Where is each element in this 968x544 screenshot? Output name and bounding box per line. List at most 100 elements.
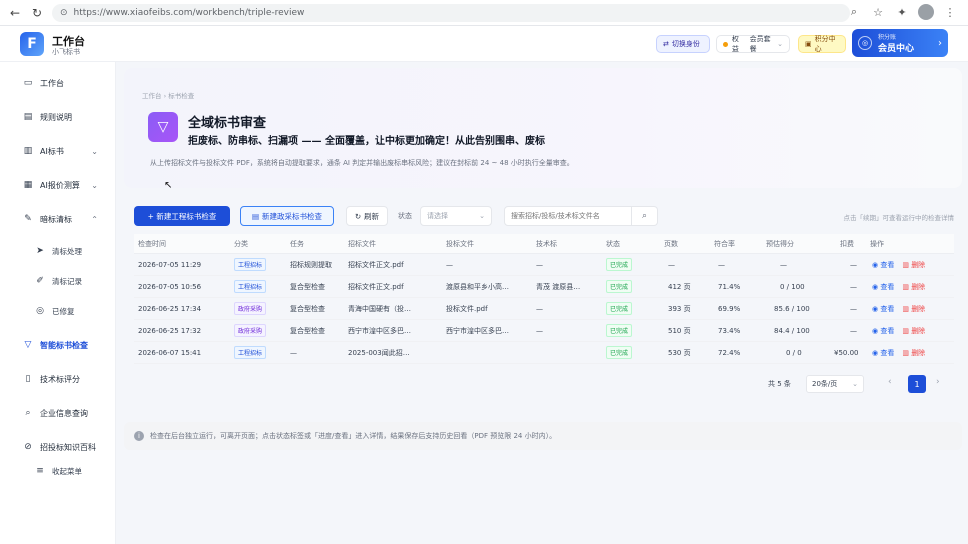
table-row[interactable]: 2026-06-25 17:34 政府采购 复合型检查 青海中国硬有（投… 投标… [134, 298, 954, 320]
cell-pages: 510 页 [668, 326, 691, 335]
member-center-button[interactable]: ◎ 积分账 会员中心 › [852, 29, 948, 57]
table-row[interactable]: 2026-07-05 10:56 工程招标 复合型检查 招标文件正文.pdf 渡… [134, 276, 954, 298]
view-button[interactable]: ◉ 查看 [872, 282, 894, 292]
next-page-icon[interactable]: › [936, 377, 940, 387]
view-label: 查看 [880, 282, 895, 291]
delete-button[interactable]: ▥ 删除 [902, 348, 925, 358]
cell-bid: 西宁市湟中区多巴… [446, 326, 509, 335]
delete-button[interactable]: ▥ 删除 [902, 326, 925, 336]
page-size-value: 20条/页 [812, 380, 838, 388]
app-header: F 工作台 小飞标书 ⇄ 切换身份 权益 会员套餐 ⌄ ▣ 积分中心 ◎ 积分账… [0, 26, 968, 62]
column-header: 状态 [606, 239, 620, 248]
refresh-label: 刷新 [364, 211, 380, 221]
sidebar-item-clean-process[interactable]: ➤ 清标处理 [0, 240, 116, 262]
url-text: https://www.xiaofeibs.com/workbench/trip… [73, 8, 305, 18]
cell-tender: 青海中国硬有（投… [348, 304, 411, 313]
sidebar-item-blind-clean[interactable]: ✎ 暗标清标 ⌃ [0, 208, 116, 230]
column-header: 符合率 [714, 239, 735, 248]
status-badge[interactable]: 已完成 [606, 302, 633, 315]
page-size-select[interactable]: 20条/页 ⌄ [806, 375, 864, 393]
table-row[interactable]: 2026-06-25 17:32 政府采购 复合型检查 西宁市湟中区多巴… 西宁… [134, 320, 954, 342]
sidebar-item-ai-quote[interactable]: ▦ AI报价测算 ⌄ [0, 174, 116, 196]
sidebar-item-tech-score[interactable]: ▯ 技术标评分 [0, 368, 116, 390]
cell-fee: — [850, 282, 857, 291]
extension-icon[interactable]: ✦ [894, 4, 910, 20]
hero-card: 工作台 › 标书检查 ▽ 全域标书审查 拒废标、防串标、扫漏项 —— 全面覆盖，… [124, 68, 962, 191]
cell-fee: — [850, 260, 857, 269]
sidebar-item-ai-bid[interactable]: ▥ AI标书 ⌄ [0, 140, 116, 162]
sidebar-item-label: AI标书 [40, 146, 64, 156]
cell-tech: — [536, 326, 543, 335]
current-page-button[interactable]: 1 [908, 375, 926, 393]
new-gov-check-button[interactable]: ▤ 新建政采标书检查 [240, 206, 334, 226]
sidebar-item-workbench[interactable]: ▭ 工作台 [0, 72, 116, 94]
sidebar-collapse-button[interactable]: ≡ 收起菜单 [0, 460, 116, 482]
search-button[interactable]: ⌕ [632, 206, 658, 226]
zoom-icon[interactable]: ⌕ [846, 4, 862, 20]
delete-label: 删除 [911, 326, 926, 335]
cell-bid: 渡原县和平乡小高… [446, 282, 509, 291]
cell-fee: ¥50.00 [834, 348, 859, 357]
address-bar[interactable]: ⊙ https://www.xiaofeibs.com/workbench/tr… [52, 4, 850, 22]
refresh-button[interactable]: ↻ 刷新 [346, 206, 388, 226]
sidebar-item-smart-check[interactable]: ▽ 智能标书检查 [0, 334, 116, 356]
profile-avatar[interactable] [918, 4, 934, 20]
cell-task: 复合型检查 [290, 282, 325, 291]
search-icon: ⌕ [25, 408, 31, 418]
reload-icon[interactable]: ↻ [28, 4, 46, 22]
breadcrumb: 工作台 › 标书检查 [142, 92, 195, 100]
status-badge[interactable]: 已完成 [606, 258, 633, 271]
chevron-down-icon: ⌄ [852, 380, 858, 388]
document-icon: ▤ [251, 211, 260, 221]
points-center-button[interactable]: ▣ 积分中心 [798, 35, 846, 53]
membership-dropdown[interactable]: 权益 会员套餐 ⌄ [716, 35, 790, 53]
view-button[interactable]: ◉ 查看 [872, 326, 894, 336]
info-note: i 检查在后台独立运行，可离开页面；点击状态标签或「进度/查看」进入详情，结果保… [124, 422, 962, 450]
trash-icon: ▥ [902, 326, 912, 335]
status-select[interactable]: 请选择 ⌄ [420, 206, 492, 226]
sidebar-item-label: 收起菜单 [52, 466, 82, 476]
sidebar-item-rules[interactable]: ▤ 规则说明 [0, 106, 116, 128]
delete-button[interactable]: ▥ 删除 [902, 260, 925, 270]
table-row[interactable]: 2026-06-07 15:41 工程招标 — 2025-003闻此招… 已完成… [134, 342, 954, 364]
cup-icon: ▯ [25, 374, 31, 384]
sidebar-item-fixed[interactable]: ◎ 已修复 [0, 300, 116, 322]
check-circle-icon: ◎ [36, 306, 44, 316]
sidebar-item-clean-records[interactable]: ✐ 清标记录 [0, 270, 116, 292]
status-badge[interactable]: 已完成 [606, 280, 633, 293]
cell-score: 0 / 100 [780, 282, 805, 291]
status-badge[interactable]: 已完成 [606, 346, 633, 359]
status-badge[interactable]: 已完成 [606, 324, 633, 337]
delete-button[interactable]: ▥ 删除 [902, 304, 925, 314]
menu-icon: ≡ [36, 466, 44, 476]
cell-score: — [780, 260, 787, 269]
star-icon[interactable]: ☆ [870, 4, 886, 20]
cell-tech [536, 342, 600, 363]
table-row[interactable]: 2026-07-05 11:29 工程招标 招标规则提取 招标文件正文.pdf … [134, 254, 954, 276]
new-engineering-check-button[interactable]: + 新建工程标书检查 [134, 206, 230, 226]
switch-identity-label: 切换身份 [671, 40, 700, 48]
search-input[interactable] [504, 206, 632, 226]
switch-identity-button[interactable]: ⇄ 切换身份 [656, 35, 710, 53]
cell-task: 复合型检查 [290, 304, 325, 313]
brand-logo[interactable]: F [20, 32, 44, 56]
sidebar-item-company-search[interactable]: ⌕ 企业信息查询 [0, 402, 116, 424]
sidebar-item-knowledge[interactable]: ⊘ 招投标知识百科 [0, 436, 116, 458]
toolbar: + 新建工程标书检查 ▤ 新建政采标书检查 ↻ 刷新 状态 请选择 ⌄ ⌕ 点击… [134, 206, 954, 226]
view-button[interactable]: ◉ 查看 [872, 348, 894, 358]
view-button[interactable]: ◉ 查看 [872, 260, 894, 270]
pagination: 共 5 条 20条/页 ⌄ ‹ 1 › [134, 374, 954, 394]
more-icon[interactable]: ⋮ [942, 4, 958, 20]
back-icon[interactable]: ← [6, 4, 24, 22]
view-button[interactable]: ◉ 查看 [872, 304, 894, 314]
page-subtitle: 拒废标、防串标、扫漏项 —— 全面覆盖，让中标更加确定！从此告别围串、废标 [188, 136, 545, 147]
prev-page-icon[interactable]: ‹ [888, 377, 892, 387]
cell-score: 84.4 / 100 [774, 326, 810, 335]
delete-label: 删除 [911, 348, 926, 357]
ai-document-icon: ▥ [23, 146, 33, 156]
cell-task: 复合型检查 [290, 326, 325, 335]
cell-rate: 69.9% [718, 304, 741, 313]
cell-rate: 73.4% [718, 326, 741, 335]
delete-button[interactable]: ▥ 删除 [902, 282, 925, 292]
cell-pages: 393 页 [668, 304, 691, 313]
